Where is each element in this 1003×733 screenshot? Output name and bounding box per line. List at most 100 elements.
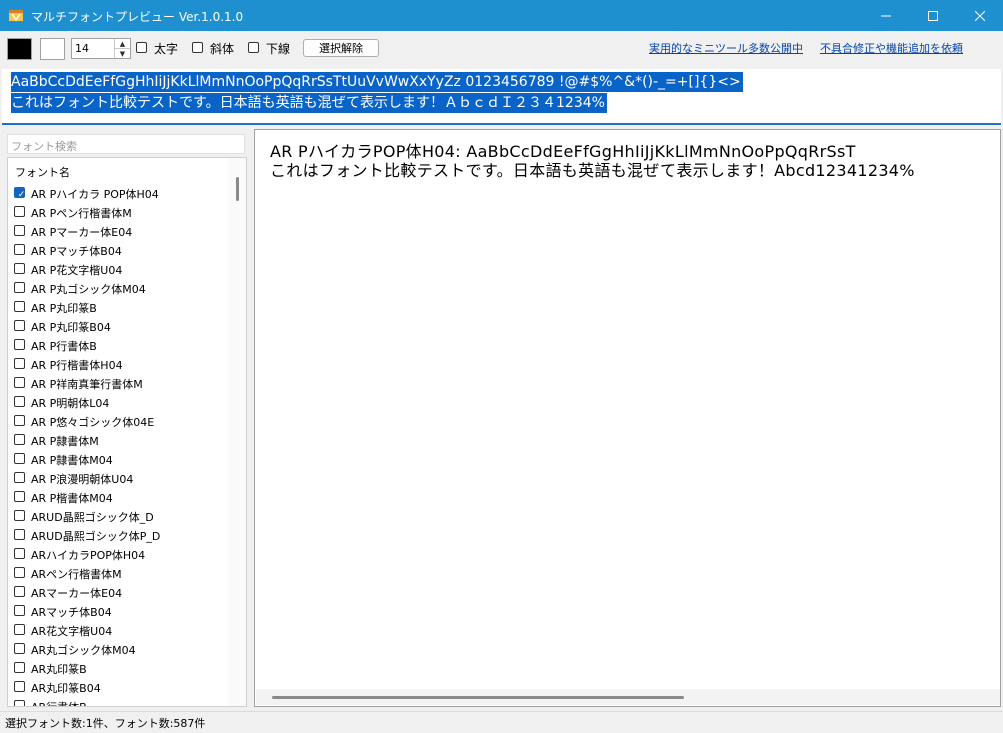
font-list-item[interactable]: ARマッチ体B04 (13, 601, 228, 620)
font-checkbox[interactable] (14, 206, 25, 217)
status-bar: 選択フォント数:1件、フォント数:587件 (0, 711, 1003, 733)
font-name: AR Pマーカー体E04 (31, 226, 133, 239)
check-icon: ✓ (17, 190, 26, 200)
font-list-item[interactable]: AR花文字楷U04 (13, 620, 228, 639)
font-name: ARハイカラPOP体H04 (31, 549, 146, 562)
font-name: ARUD晶熙ゴシック体P_D (31, 530, 161, 543)
font-name: AR P浪漫明朝体U04 (31, 473, 134, 486)
font-checkbox[interactable] (14, 700, 25, 706)
font-checkbox[interactable] (14, 301, 25, 312)
font-checkbox[interactable] (14, 643, 25, 654)
sample-text-line-2[interactable]: これはフォント比較テストです。日本語も英語も混ぜて表示します！ＡｂｃｄＩ２３４1… (11, 93, 607, 113)
italic-checkbox[interactable] (192, 42, 203, 53)
font-list-item[interactable]: AR Pマーカー体E04 (13, 221, 228, 240)
font-checkbox[interactable] (14, 624, 25, 635)
font-list-item[interactable]: AR行書体B (13, 696, 228, 706)
font-list-item[interactable]: ARマーカー体E04 (13, 582, 228, 601)
font-list-item[interactable]: ARハイカラPOP体H04 (13, 544, 228, 563)
preview-scroll-thumb[interactable] (272, 696, 684, 699)
font-checkbox[interactable] (14, 529, 25, 540)
font-list-item[interactable]: AR P丸ゴシック体M04 (13, 278, 228, 297)
font-checkbox[interactable] (14, 605, 25, 616)
font-list-item[interactable]: AR P明朝体L04 (13, 392, 228, 411)
font-list-item[interactable]: AR丸印篆B04 (13, 677, 228, 696)
font-list-item[interactable]: AR P丸印篆B (13, 297, 228, 316)
font-list-item[interactable]: ARペン行楷書体M (13, 563, 228, 582)
font-checkbox[interactable] (14, 453, 25, 464)
font-checkbox[interactable] (14, 586, 25, 597)
font-size-value[interactable]: 14 (75, 42, 89, 55)
font-list-item[interactable]: AR丸ゴシック体M04 (13, 639, 228, 658)
font-list-scroll-thumb[interactable] (236, 177, 239, 201)
font-list-item[interactable]: AR P花文字楷U04 (13, 259, 228, 278)
font-checkbox[interactable] (14, 263, 25, 274)
font-list-item[interactable]: AR丸印篆B (13, 658, 228, 677)
font-name: AR P行楷書体H04 (31, 359, 123, 372)
font-checkbox[interactable] (14, 472, 25, 483)
font-name: AR丸ゴシック体M04 (31, 644, 136, 657)
font-name: AR P行書体B (31, 340, 97, 353)
spin-up-icon[interactable]: ▲ (115, 39, 130, 49)
font-name: AR P楷書体M04 (31, 492, 113, 505)
close-button[interactable] (957, 0, 1003, 31)
sample-text-line-1[interactable]: AaBbCcDdEeFfGgHhIiJjKkLlMmNnOoPpQqRrSsTt… (11, 72, 743, 92)
font-list-scrollbar[interactable] (229, 158, 246, 706)
font-name: ARマッチ体B04 (31, 606, 112, 619)
minimize-button[interactable] (863, 0, 909, 31)
font-list-item[interactable]: AR P行楷書体H04 (13, 354, 228, 373)
font-name: AR Pペン行楷書体M (31, 207, 132, 220)
font-name: ARUD晶熙ゴシック体_D (31, 511, 154, 524)
font-size-stepper[interactable]: 14 ▲ ▼ (71, 38, 131, 59)
font-name: AR P悠々ゴシック体04E (31, 416, 155, 429)
font-list[interactable]: フォント名 ✓ AR Pハイカラ POP体H04 AR Pペン行楷書体M AR Pマー… (7, 157, 247, 707)
window-title: マルチフォントプレビュー Ver.1.0.1.0 (31, 10, 244, 24)
font-search-input[interactable]: フォント検索 (7, 134, 245, 154)
font-list-item[interactable]: AR P楷書体M04 (13, 487, 228, 506)
font-list-item[interactable]: AR Pマッチ体B04 (13, 240, 228, 259)
preview-horizontal-scrollbar[interactable] (256, 689, 1000, 705)
font-checkbox[interactable] (14, 282, 25, 293)
font-checkbox[interactable] (14, 339, 25, 350)
bold-checkbox[interactable] (136, 42, 147, 53)
maximize-button[interactable] (910, 0, 956, 31)
font-checkbox[interactable] (14, 662, 25, 673)
font-checkbox[interactable] (14, 225, 25, 236)
request-link[interactable]: 不具合修正や機能追加を依頼 (820, 40, 963, 56)
font-list-item[interactable]: AR P行書体B (13, 335, 228, 354)
sample-text-input[interactable]: AaBbCcDdEeFfGgHhIiJjKkLlMmNnOoPpQqRrSsTt… (2, 69, 1001, 125)
font-checkbox[interactable] (14, 491, 25, 502)
spin-down-icon[interactable]: ▼ (115, 49, 130, 58)
font-checkbox[interactable] (14, 320, 25, 331)
underline-checkbox[interactable] (248, 42, 259, 53)
font-list-item[interactable]: AR P隷書体M04 (13, 449, 228, 468)
font-checkbox[interactable] (14, 548, 25, 559)
font-checkbox[interactable] (14, 244, 25, 255)
font-checkbox[interactable] (14, 415, 25, 426)
font-checkbox[interactable] (14, 396, 25, 407)
font-color-swatch[interactable] (7, 38, 32, 60)
font-list-item[interactable]: AR P浪漫明朝体U04 (13, 468, 228, 487)
font-list-item[interactable]: AR Pペン行楷書体M (13, 202, 228, 221)
font-list-item[interactable]: ARUD晶熙ゴシック体P_D (13, 525, 228, 544)
background-color-swatch[interactable] (40, 38, 65, 60)
font-list-item[interactable]: AR P丸印篆B04 (13, 316, 228, 335)
font-checkbox[interactable] (14, 377, 25, 388)
font-checkbox[interactable] (14, 358, 25, 369)
font-checkbox[interactable] (14, 434, 25, 445)
font-checkbox[interactable] (14, 510, 25, 521)
font-checkbox[interactable] (14, 567, 25, 578)
font-checkbox[interactable] (14, 681, 25, 692)
tools-link[interactable]: 実用的なミニツール多数公開中 (649, 40, 803, 56)
font-list-item[interactable]: ✓ AR Pハイカラ POP体H04 (13, 183, 228, 202)
font-checkbox[interactable]: ✓ (14, 187, 25, 200)
font-list-item[interactable]: AR P隷書体M (13, 430, 228, 449)
font-name: AR丸印篆B04 (31, 682, 101, 695)
app-icon (9, 10, 23, 22)
underline-label: 下線 (266, 42, 291, 56)
clear-selection-button[interactable]: 選択解除 (303, 39, 379, 57)
font-list-item[interactable]: ARUD晶熙ゴシック体_D (13, 506, 228, 525)
font-search-placeholder: フォント検索 (11, 140, 77, 153)
font-list-item[interactable]: AR P祥南真筆行書体M (13, 373, 228, 392)
font-name: AR P隷書体M04 (31, 454, 113, 467)
font-list-item[interactable]: AR P悠々ゴシック体04E (13, 411, 228, 430)
